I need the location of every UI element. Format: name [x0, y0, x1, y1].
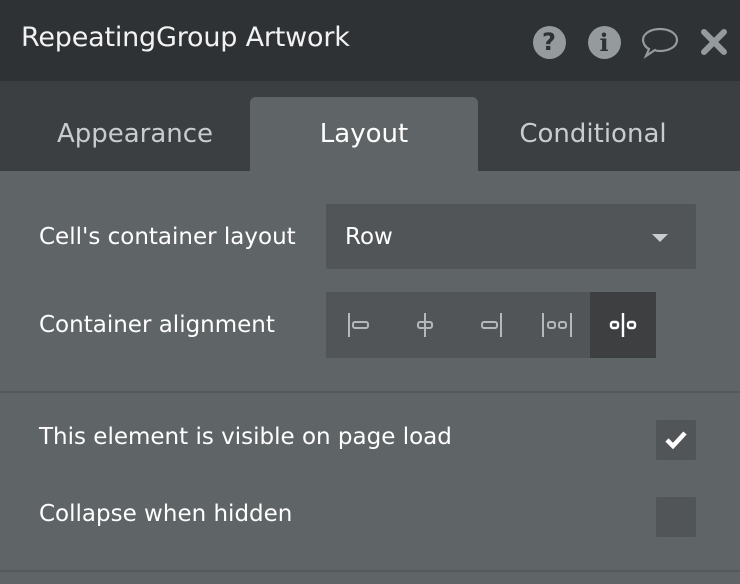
- space-around-icon: [609, 313, 637, 337]
- container-layout-label: Cell's container layout: [39, 224, 296, 250]
- panel-title: RepeatingGroup Artwork: [21, 22, 350, 53]
- checkmark-icon: [665, 431, 687, 450]
- container-layout-dropdown[interactable]: Row: [326, 204, 696, 269]
- container-alignment-group: [326, 292, 656, 358]
- chevron-down-icon: [652, 234, 668, 242]
- comment-icon[interactable]: [640, 25, 680, 59]
- tab-layout[interactable]: Layout: [250, 97, 478, 171]
- panel-header: RepeatingGroup Artwork ? i: [0, 0, 740, 81]
- space-around-button[interactable]: [590, 292, 656, 358]
- info-icon[interactable]: i: [587, 25, 621, 59]
- tab-bar: Appearance Layout Conditional: [0, 81, 740, 171]
- container-layout-value: Row: [345, 224, 393, 250]
- align-center-button[interactable]: [392, 292, 458, 358]
- visible-on-load-label: This element is visible on page load: [39, 424, 452, 450]
- section-divider: [0, 391, 740, 393]
- help-icon[interactable]: ?: [532, 25, 566, 59]
- tab-conditional[interactable]: Conditional: [479, 97, 707, 171]
- align-center-icon: [417, 313, 433, 337]
- space-between-button[interactable]: [524, 292, 590, 358]
- align-left-button[interactable]: [326, 292, 392, 358]
- align-right-icon: [481, 313, 502, 337]
- align-left-icon: [348, 313, 369, 337]
- collapse-when-hidden-label: Collapse when hidden: [39, 501, 293, 527]
- tab-appearance[interactable]: Appearance: [21, 97, 249, 171]
- container-alignment-label: Container alignment: [39, 312, 275, 338]
- close-icon[interactable]: [697, 25, 731, 59]
- section-divider: [0, 570, 740, 572]
- align-right-button[interactable]: [458, 292, 524, 358]
- collapse-when-hidden-checkbox[interactable]: [656, 497, 696, 537]
- visible-on-load-checkbox[interactable]: [656, 420, 696, 460]
- space-between-icon: [542, 313, 572, 337]
